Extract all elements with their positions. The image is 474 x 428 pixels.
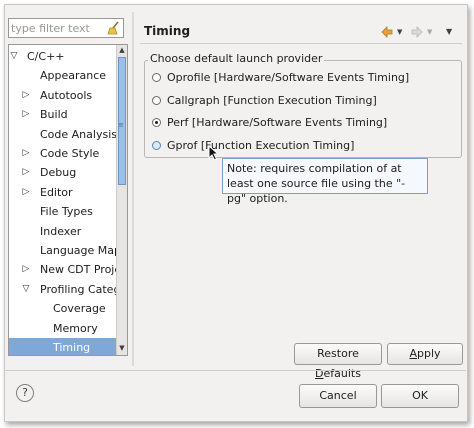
forward-dropdown-icon: ▼ <box>427 28 433 36</box>
grip-icon: ≡ <box>118 121 124 129</box>
radio-label: Gprof [Function Execution Timing] <box>167 138 355 152</box>
collapsed-arrow-icon[interactable]: ▷ <box>21 144 31 163</box>
tree-item[interactable]: Indexer <box>9 222 117 241</box>
tree-item-label: Coverage <box>53 302 106 316</box>
tree-item-label: Appearance <box>40 69 107 83</box>
header-separator <box>140 43 462 44</box>
apply-button[interactable]: Apply <box>387 343 463 365</box>
tree-item[interactable]: ▷ Editor <box>9 183 117 202</box>
ok-button[interactable]: OK <box>381 384 459 408</box>
back-dropdown-icon[interactable]: ▼ <box>397 24 402 40</box>
scroll-down-icon[interactable]: ▼ <box>117 343 127 353</box>
expanded-arrow-icon[interactable]: ▽ <box>21 280 31 299</box>
radio-label: Perf [Hardware/Software Events Timing] <box>167 116 388 129</box>
cancel-button[interactable]: Cancel <box>299 384 377 408</box>
collapsed-arrow-icon[interactable]: ▷ <box>21 86 31 105</box>
collapsed-arrow-icon[interactable]: ▷ <box>21 260 31 279</box>
button-bar-separator <box>4 370 466 371</box>
tree-item[interactable]: ▷ New CDT Projec <box>9 260 117 279</box>
tooltip: Note: requires compilation of at least o… <box>222 158 428 205</box>
expanded-arrow-icon[interactable]: ▽ <box>9 47 19 66</box>
radio-button[interactable] <box>152 95 161 105</box>
tree-item[interactable]: Appearance <box>9 66 117 85</box>
tree-item-label: File Types <box>40 205 93 219</box>
collapsed-arrow-icon[interactable]: ▷ <box>21 105 31 124</box>
view-menu-icon[interactable]: ▼ <box>446 24 452 40</box>
tree-item-label: Debug <box>40 166 77 180</box>
tree-item-label: Build <box>40 108 68 122</box>
panel-divider[interactable] <box>132 12 134 366</box>
tree-item[interactable]: ▽ Profiling Catego <box>9 280 117 299</box>
tree-item[interactable]: File Types <box>9 202 117 221</box>
tree-item-label: New CDT Projec <box>40 263 117 277</box>
tree-item[interactable]: Code Analysis <box>9 125 117 144</box>
tree-item[interactable]: Memory <box>9 319 117 338</box>
tree-item-label: Code Analysis <box>40 127 117 141</box>
tree-item-label: Indexer <box>40 224 82 238</box>
tree-scrollbar[interactable]: ▲ ≡ ▼ <box>116 45 127 355</box>
tree-item[interactable]: ▽ C/C++ <box>9 47 117 66</box>
forward-arrow-icon[interactable] <box>410 24 424 40</box>
tree-item[interactable]: Timing <box>9 338 117 355</box>
collapsed-arrow-icon[interactable]: ▷ <box>21 183 31 202</box>
tree-item[interactable]: ▷ Autotools <box>9 86 117 105</box>
restore-defaults-button[interactable]: Restore Defaults <box>294 343 382 380</box>
tree-item[interactable]: ▷ Code Style <box>9 144 117 163</box>
tree-item[interactable]: ▷ Debug <box>9 163 117 182</box>
filter-box <box>8 18 124 38</box>
page-title: Timing <box>144 24 191 38</box>
help-icon[interactable]: ? <box>16 384 34 402</box>
tree-item-label: Profiling Catego <box>40 282 117 296</box>
tree-item-label: Timing <box>53 341 91 354</box>
tree-item-label: Editor <box>40 185 73 199</box>
group-legend: Choose default launch provider <box>148 52 325 65</box>
radio-button[interactable] <box>152 73 161 82</box>
radio-button[interactable] <box>152 140 161 150</box>
filter-input[interactable] <box>11 20 103 36</box>
radio-label: Callgraph [Function Execution Timing] <box>167 93 377 107</box>
clear-filter-icon[interactable] <box>107 21 121 35</box>
tree-item-label: Code Style <box>40 147 100 160</box>
scroll-up-icon[interactable]: ▲ <box>117 45 127 55</box>
mouse-cursor-icon <box>208 145 220 161</box>
collapsed-arrow-icon[interactable]: ▷ <box>21 163 31 182</box>
back-arrow-icon[interactable] <box>380 24 394 40</box>
tree-item-label: C/C++ <box>27 50 65 63</box>
tree-item[interactable]: Coverage <box>9 299 117 318</box>
radio-label: Oprofile [Hardware/Software Events Timin… <box>167 71 410 84</box>
tree-item-label: Language Mappi <box>40 244 117 257</box>
tree-item-label: Autotools <box>40 88 93 102</box>
radio-button[interactable] <box>152 118 161 127</box>
preferences-tree: Timing Memory Coverage ▽ Profiling Catego ▷ Ne… <box>8 44 128 356</box>
tree-item-label: Memory <box>53 321 98 335</box>
tree-item[interactable]: ▷ Build <box>9 105 117 124</box>
tree-item[interactable]: Language Mappi <box>9 241 117 260</box>
